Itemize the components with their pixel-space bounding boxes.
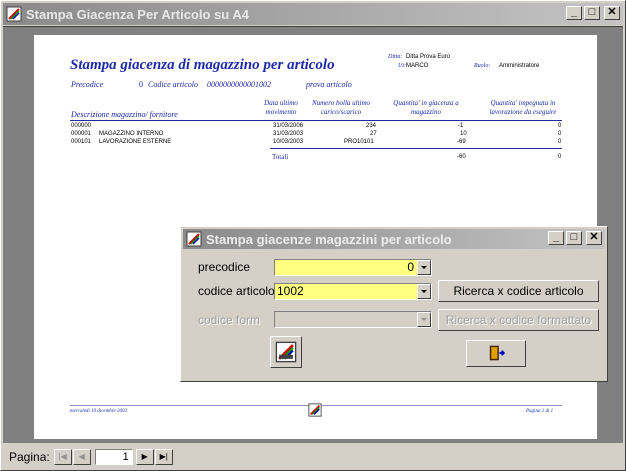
chevron-down-icon[interactable] [417, 284, 431, 299]
precodice-combo-value: 0 [407, 260, 414, 274]
header-divider [70, 120, 562, 121]
prev-page-button[interactable]: ◀ [72, 449, 91, 465]
chevron-down-icon[interactable] [417, 260, 431, 275]
ditta-value: Ditta Prova Euro [406, 54, 451, 60]
user-value: MARCO [406, 63, 429, 69]
codice-label: Codice articolo [148, 80, 198, 89]
tot-qty: -60 [457, 154, 466, 160]
codice-form-label: codice form [198, 313, 261, 327]
exit-button[interactable] [466, 340, 526, 367]
precodice-field-label: precodice [198, 260, 251, 274]
dialog-minimize-button[interactable]: _ [548, 231, 564, 245]
ruolo-label: Ruolo: [474, 63, 491, 69]
col-header-desc: Descrizione magazzino/ fornitore [71, 110, 178, 119]
pagina-label: Pagina: [9, 450, 50, 464]
main-titlebar[interactable]: Stampa Giacenza Per Articolo su A4 _ □ ✕ [3, 3, 623, 25]
search-by-formatted-code-button[interactable]: Ricerca x codice formattato [438, 309, 599, 331]
col-header-bolla: Numero bolla ultimo carico/scarico [311, 99, 371, 116]
precodice-value: 0 [139, 80, 143, 89]
dialog-titlebar[interactable]: Stampa giacenze magazzini per articolo _… [183, 229, 605, 249]
report-title: Stampa giacenza di magazzino per articol… [70, 57, 335, 73]
chevron-down-icon[interactable] [417, 312, 431, 327]
col-header-date: Data ultimo movimento [264, 99, 298, 116]
ruolo-value: Amministratore [499, 63, 540, 69]
next-page-button[interactable]: ▶ [135, 449, 154, 465]
codice-articolo-combo[interactable]: 1002 [274, 283, 432, 300]
close-button[interactable]: ✕ [604, 6, 620, 20]
record-navigator: Pagina: |◀ ◀ 1 ▶ ▶| [3, 444, 623, 470]
codice-articolo-label: codice articolo [198, 284, 275, 298]
first-page-button[interactable]: |◀ [53, 449, 72, 465]
user-label: Ut: [398, 63, 406, 69]
footer-page: Pagina 1 di 1 [526, 409, 554, 414]
totals-divider [270, 148, 562, 149]
search-by-code-button[interactable]: Ricerca x codice articolo [438, 280, 599, 302]
dialog-app-icon [186, 231, 202, 247]
print-icon [275, 341, 297, 363]
dialog-close-button[interactable]: ✕ [586, 231, 602, 245]
print-button[interactable] [270, 336, 302, 368]
totali-label: Totali [272, 153, 289, 161]
col-header-qty: Quantita' in giacenza a magazzino [393, 99, 459, 116]
col-header-imp: Quantita' impegnata in lavorazione da es… [489, 99, 557, 116]
minimize-button[interactable]: _ [566, 6, 582, 20]
precodice-combo[interactable]: 0 [274, 259, 432, 276]
codice-form-combo[interactable] [274, 311, 432, 328]
codice-value: 0000000000001002 [207, 80, 271, 89]
dialog-maximize-button[interactable]: □ [566, 231, 582, 245]
exit-door-icon [489, 345, 506, 361]
articolo-desc: prova articolo [306, 80, 352, 89]
last-page-button[interactable]: ▶| [154, 449, 173, 465]
precodice-label: Precodice [71, 80, 104, 89]
window-title: Stampa Giacenza Per Articolo su A4 [26, 6, 249, 22]
tot-imp: 0 [558, 154, 562, 160]
page-number-input[interactable]: 1 [94, 449, 133, 465]
maximize-button[interactable]: □ [584, 6, 600, 20]
report-logo-icon [308, 403, 322, 417]
dialog-title: Stampa giacenze magazzini per articolo [206, 231, 452, 247]
app-icon [6, 6, 22, 22]
ditta-label: Ditta: [388, 54, 403, 60]
footer-date: mercoledi 10 dicembre 2003 [70, 409, 127, 414]
search-dialog: Stampa giacenze magazzini per articolo _… [180, 226, 608, 382]
codice-articolo-value: 1002 [277, 284, 304, 298]
